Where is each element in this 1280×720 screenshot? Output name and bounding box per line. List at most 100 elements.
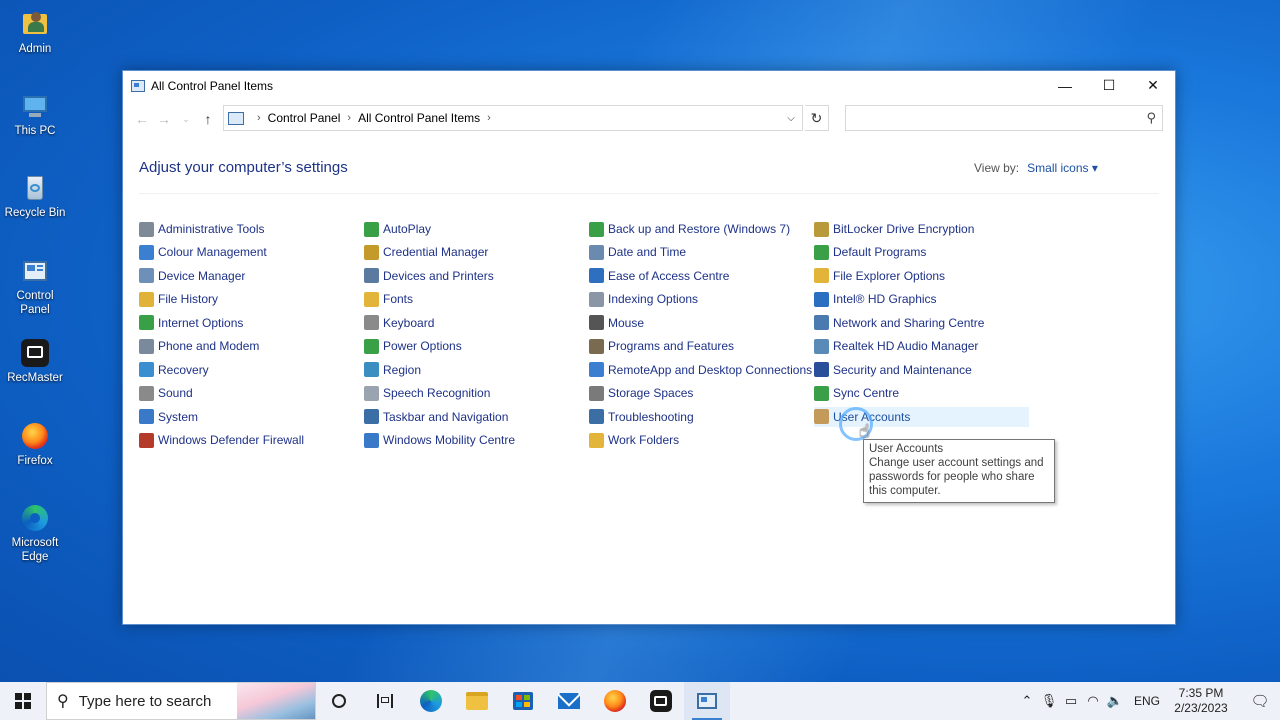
minimize-button[interactable]: — — [1043, 71, 1087, 100]
volume-icon[interactable]: 🔈 — [1104, 693, 1126, 709]
desktop-icon-admin[interactable]: Admin — [2, 8, 68, 56]
mail-icon — [558, 693, 580, 709]
control-panel-taskbar-button[interactable] — [684, 682, 730, 720]
recmaster-taskbar-button[interactable] — [638, 682, 684, 720]
show-hidden-icons-chevron-icon[interactable]: ⌃ — [1016, 693, 1038, 709]
cp-item-storage-spaces[interactable]: Storage Spaces — [589, 383, 693, 403]
cp-item-colour-management[interactable]: Colour Management — [139, 242, 267, 262]
action-center-icon[interactable]: 🗨 — [1240, 692, 1280, 710]
edge-taskbar-button[interactable] — [408, 682, 454, 720]
desktop-icon-control-panel[interactable]: Control Panel — [2, 255, 68, 317]
breadcrumb-all-items[interactable]: All Control Panel Items — [358, 111, 480, 125]
language-indicator[interactable]: ENG — [1134, 694, 1160, 708]
cp-item-label: RemoteApp and Desktop Connections — [608, 362, 813, 377]
cp-item-intel-hd-graphics[interactable]: Intel® HD Graphics — [814, 289, 937, 309]
cp-item-label: Mouse — [608, 315, 645, 330]
troubleshooting-icon — [589, 409, 604, 425]
cp-item-system[interactable]: System — [139, 407, 198, 427]
firefox-taskbar-button[interactable] — [592, 682, 638, 720]
microphone-icon[interactable]: 🎙 — [1038, 693, 1060, 709]
desktop-icon-recmaster[interactable]: RecMaster — [2, 337, 68, 385]
wifi-icon[interactable]: ◠ — [1082, 693, 1104, 709]
cp-item-internet-options[interactable]: Internet Options — [139, 313, 243, 333]
desktop-icon-recycle-bin[interactable]: Recycle Bin — [2, 172, 68, 220]
cp-item-sync-centre[interactable]: Sync Centre — [814, 383, 899, 403]
up-arrow-icon[interactable]: ↑ — [197, 108, 219, 130]
address-bar[interactable]: › Control Panel › All Control Panel Item… — [223, 105, 803, 131]
cp-item-default-programs[interactable]: Default Programs — [814, 242, 926, 262]
sound-icon — [139, 385, 154, 401]
cp-item-indexing-options[interactable]: Indexing Options — [589, 289, 698, 309]
mail-taskbar-button[interactable] — [546, 682, 592, 720]
timeline-icon — [377, 694, 393, 708]
cp-item-keyboard[interactable]: Keyboard — [364, 313, 434, 333]
cp-item-administrative-tools[interactable]: Administrative Tools — [139, 219, 265, 239]
title-bar[interactable]: All Control Panel Items — ☐ ✕ — [123, 71, 1175, 100]
cp-item-programs-and-features[interactable]: Programs and Features — [589, 336, 734, 356]
task-view-button[interactable] — [316, 682, 362, 720]
start-button[interactable] — [0, 682, 46, 720]
taskbar-search-box[interactable]: ⚲ Type here to search — [46, 682, 316, 720]
cp-item-file-history[interactable]: File History — [139, 289, 218, 309]
cp-item-taskbar-and-navigation[interactable]: Taskbar and Navigation — [364, 407, 508, 427]
credential-manager-icon — [364, 244, 379, 260]
breadcrumb-control-panel[interactable]: Control Panel — [268, 111, 341, 125]
chevron-down-icon[interactable]: ⌵ — [780, 106, 802, 130]
cp-item-credential-manager[interactable]: Credential Manager — [364, 242, 488, 262]
cp-item-back-up-and-restore-windows-7[interactable]: Back up and Restore (Windows 7) — [589, 219, 790, 239]
file-explorer-taskbar-button[interactable] — [454, 682, 500, 720]
desktop-icon-label: Control Panel — [16, 290, 54, 316]
colour-management-icon — [139, 244, 154, 260]
work-folders-icon — [589, 432, 604, 448]
desktop-icon-label: Microsoft Edge — [11, 537, 59, 563]
autoplay-icon — [364, 221, 379, 237]
cp-item-label: Taskbar and Navigation — [383, 409, 509, 424]
chevron-right-icon: › — [487, 112, 491, 124]
cp-item-realtek-hd-audio-manager[interactable]: Realtek HD Audio Manager — [814, 336, 978, 356]
tooltip: User Accounts Change user account settin… — [863, 439, 1055, 503]
cp-item-sound[interactable]: Sound — [139, 383, 193, 403]
back-arrow-icon[interactable]: ← — [131, 108, 153, 130]
close-button[interactable]: ✕ — [1131, 71, 1175, 100]
battery-icon[interactable]: ▭ — [1060, 693, 1082, 709]
maximize-button[interactable]: ☐ — [1087, 71, 1131, 100]
view-by-dropdown[interactable]: Small icons ▾ — [1027, 161, 1098, 175]
cp-item-ease-of-access-centre[interactable]: Ease of Access Centre — [589, 266, 729, 286]
cp-item-windows-defender-firewall[interactable]: Windows Defender Firewall — [139, 430, 304, 450]
desktop-icon-firefox[interactable]: Firefox — [2, 420, 68, 468]
search-input[interactable]: ⚲ — [845, 105, 1163, 131]
cp-item-devices-and-printers[interactable]: Devices and Printers — [364, 266, 494, 286]
cp-item-date-and-time[interactable]: Date and Time — [589, 242, 686, 262]
cp-item-recovery[interactable]: Recovery — [139, 360, 209, 380]
cp-item-phone-and-modem[interactable]: Phone and Modem — [139, 336, 259, 356]
cp-item-mouse[interactable]: Mouse — [589, 313, 644, 333]
clock[interactable]: 7:35 PM 2/23/2023 — [1170, 686, 1232, 716]
desktop-icon-this-pc[interactable]: This PC — [2, 90, 68, 138]
window-title: All Control Panel Items — [151, 78, 274, 93]
cp-item-file-explorer-options[interactable]: File Explorer Options — [814, 266, 945, 286]
control-panel-icon — [697, 693, 717, 709]
desktop-icon-edge[interactable]: Microsoft Edge — [2, 502, 68, 564]
ease-of-access-centre-icon — [589, 268, 604, 284]
timeline-button[interactable] — [362, 682, 408, 720]
cp-item-troubleshooting[interactable]: Troubleshooting — [589, 407, 694, 427]
cp-item-windows-mobility-centre[interactable]: Windows Mobility Centre — [364, 430, 515, 450]
cp-item-autoplay[interactable]: AutoPlay — [364, 219, 431, 239]
cp-item-network-and-sharing-centre[interactable]: Network and Sharing Centre — [814, 313, 984, 333]
recent-locations-icon[interactable]: ⌄ — [175, 108, 197, 130]
cp-item-label: File Explorer Options — [833, 268, 946, 283]
cp-item-region[interactable]: Region — [364, 360, 421, 380]
store-taskbar-button[interactable] — [500, 682, 546, 720]
cp-item-work-folders[interactable]: Work Folders — [589, 430, 679, 450]
refresh-button[interactable]: ↻ — [805, 105, 829, 131]
forward-arrow-icon[interactable]: → — [153, 108, 175, 130]
cp-item-device-manager[interactable]: Device Manager — [139, 266, 245, 286]
cp-item-label: Fonts — [383, 292, 414, 307]
cp-item-power-options[interactable]: Power Options — [364, 336, 462, 356]
store-icon — [513, 692, 533, 710]
cp-item-fonts[interactable]: Fonts — [364, 289, 413, 309]
cp-item-bitlocker-drive-encryption[interactable]: BitLocker Drive Encryption — [814, 219, 974, 239]
cp-item-security-and-maintenance[interactable]: Security and Maintenance — [814, 360, 972, 380]
cp-item-speech-recognition[interactable]: Speech Recognition — [364, 383, 490, 403]
cp-item-remoteapp-and-desktop-connections[interactable]: RemoteApp and Desktop Connections — [589, 360, 812, 380]
